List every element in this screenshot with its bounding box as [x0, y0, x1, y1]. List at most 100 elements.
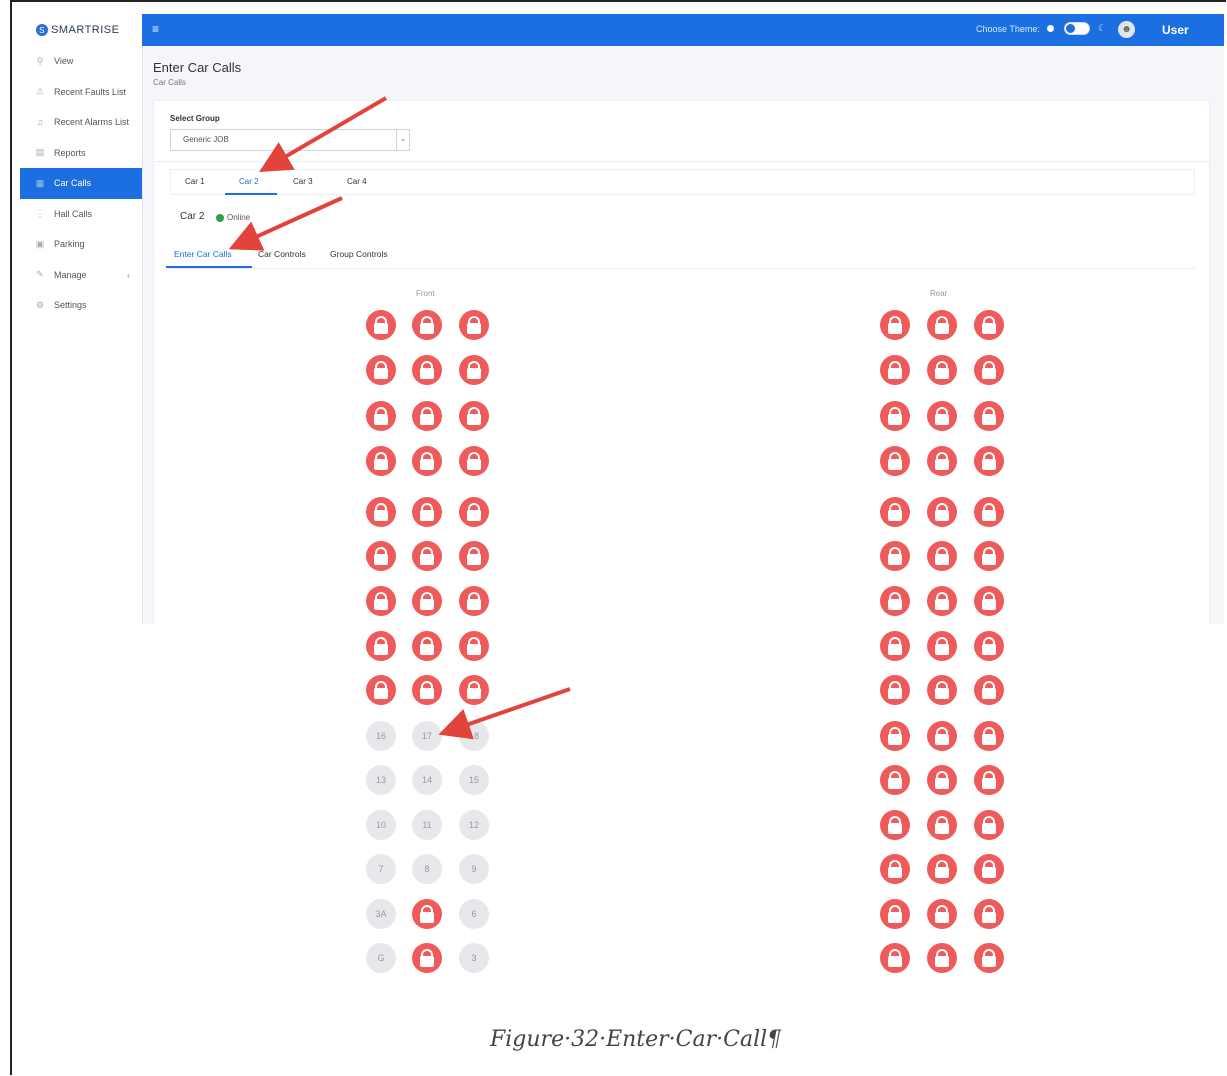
front-floor-button[interactable]: G	[366, 943, 396, 973]
sidebar-item-recent-faults-list[interactable]: ⚠ Recent Faults List	[20, 77, 142, 108]
front-locked-floor-button[interactable]	[459, 675, 489, 705]
sidebar-item-reports[interactable]: ▤ Reports	[20, 138, 142, 169]
rear-locked-floor-button[interactable]	[974, 899, 1004, 929]
front-floor-button[interactable]: 11	[412, 810, 442, 840]
rear-locked-floor-button[interactable]	[927, 401, 957, 431]
front-floor-button[interactable]: 6	[459, 899, 489, 929]
front-locked-floor-button[interactable]	[366, 355, 396, 385]
rear-locked-floor-button[interactable]	[927, 675, 957, 705]
user-avatar-icon[interactable]: ☻	[1118, 21, 1135, 38]
rear-locked-floor-button[interactable]	[927, 721, 957, 751]
front-locked-floor-button[interactable]	[459, 541, 489, 571]
sidebar-item-parking[interactable]: ▣ Parking	[20, 229, 142, 260]
front-locked-floor-button[interactable]	[366, 675, 396, 705]
rear-locked-floor-button[interactable]	[927, 810, 957, 840]
rear-locked-floor-button[interactable]	[974, 355, 1004, 385]
rear-locked-floor-button[interactable]	[927, 943, 957, 973]
rear-locked-floor-button[interactable]	[880, 721, 910, 751]
front-floor-button[interactable]: 15	[459, 765, 489, 795]
sidebar-item-recent-alarms-list[interactable]: ♫ Recent Alarms List	[20, 107, 142, 138]
front-floor-button[interactable]: 12	[459, 810, 489, 840]
front-locked-floor-button[interactable]	[459, 310, 489, 340]
front-locked-floor-button[interactable]	[412, 310, 442, 340]
rear-locked-floor-button[interactable]	[880, 675, 910, 705]
rear-locked-floor-button[interactable]	[880, 355, 910, 385]
front-locked-floor-button[interactable]	[412, 355, 442, 385]
front-locked-floor-button[interactable]	[459, 631, 489, 661]
front-locked-floor-button[interactable]	[366, 586, 396, 616]
front-floor-button[interactable]: 10	[366, 810, 396, 840]
tab-car-2[interactable]: Car 2	[239, 177, 259, 186]
rear-locked-floor-button[interactable]	[927, 765, 957, 795]
tab-car-4[interactable]: Car 4	[347, 177, 367, 186]
front-floor-button[interactable]: 18	[459, 721, 489, 751]
rear-locked-floor-button[interactable]	[974, 675, 1004, 705]
rear-locked-floor-button[interactable]	[974, 721, 1004, 751]
front-locked-floor-button[interactable]	[459, 355, 489, 385]
front-locked-floor-button[interactable]	[366, 631, 396, 661]
sidebar-item-settings[interactable]: ⚙ Settings	[20, 290, 142, 321]
rear-locked-floor-button[interactable]	[880, 943, 910, 973]
rear-locked-floor-button[interactable]	[880, 541, 910, 571]
tab-car-1[interactable]: Car 1	[185, 177, 205, 186]
rear-locked-floor-button[interactable]	[927, 899, 957, 929]
rear-locked-floor-button[interactable]	[927, 497, 957, 527]
rear-locked-floor-button[interactable]	[974, 810, 1004, 840]
front-floor-button[interactable]: 13	[366, 765, 396, 795]
user-menu[interactable]: User	[1162, 23, 1189, 37]
rear-locked-floor-button[interactable]	[927, 631, 957, 661]
sidebar-item-manage[interactable]: ✎ Manage ‹	[20, 260, 142, 291]
rear-locked-floor-button[interactable]	[974, 310, 1004, 340]
rear-locked-floor-button[interactable]	[974, 943, 1004, 973]
brand-logo[interactable]: S SMARTRISE	[20, 14, 142, 46]
front-locked-floor-button[interactable]	[366, 541, 396, 571]
front-floor-button[interactable]: 3A	[366, 899, 396, 929]
rear-locked-floor-button[interactable]	[927, 586, 957, 616]
front-locked-floor-button[interactable]	[366, 497, 396, 527]
front-locked-floor-button[interactable]	[412, 541, 442, 571]
rear-locked-floor-button[interactable]	[880, 899, 910, 929]
front-locked-floor-button[interactable]	[412, 631, 442, 661]
front-locked-floor-button[interactable]	[459, 401, 489, 431]
front-locked-floor-button[interactable]	[412, 899, 442, 929]
front-floor-button[interactable]: 17	[412, 721, 442, 751]
tab-enter-car-calls[interactable]: Enter Car Calls	[174, 249, 232, 259]
front-locked-floor-button[interactable]	[412, 675, 442, 705]
front-locked-floor-button[interactable]	[412, 401, 442, 431]
hamburger-menu-icon[interactable]: ≡	[152, 22, 159, 36]
front-locked-floor-button[interactable]	[412, 446, 442, 476]
front-floor-button[interactable]: 16	[366, 721, 396, 751]
front-locked-floor-button[interactable]	[459, 446, 489, 476]
rear-locked-floor-button[interactable]	[974, 497, 1004, 527]
front-floor-button[interactable]: 8	[412, 854, 442, 884]
rear-locked-floor-button[interactable]	[927, 854, 957, 884]
front-locked-floor-button[interactable]	[366, 401, 396, 431]
front-locked-floor-button[interactable]	[459, 586, 489, 616]
rear-locked-floor-button[interactable]	[880, 497, 910, 527]
rear-locked-floor-button[interactable]	[927, 446, 957, 476]
front-floor-button[interactable]: 3	[459, 943, 489, 973]
rear-locked-floor-button[interactable]	[927, 355, 957, 385]
front-locked-floor-button[interactable]	[366, 310, 396, 340]
rear-locked-floor-button[interactable]	[880, 810, 910, 840]
rear-locked-floor-button[interactable]	[974, 586, 1004, 616]
rear-locked-floor-button[interactable]	[974, 401, 1004, 431]
tab-car-controls[interactable]: Car Controls	[258, 249, 306, 259]
front-locked-floor-button[interactable]	[459, 497, 489, 527]
theme-toggle[interactable]	[1064, 22, 1090, 35]
rear-locked-floor-button[interactable]	[880, 631, 910, 661]
sidebar-item-view[interactable]: ⚲ View	[20, 46, 142, 77]
rear-locked-floor-button[interactable]	[927, 310, 957, 340]
sidebar-item-hall-calls[interactable]: ⋮ Hall Calls	[20, 199, 142, 230]
rear-locked-floor-button[interactable]	[974, 631, 1004, 661]
tab-car-3[interactable]: Car 3	[293, 177, 313, 186]
sidebar-item-car-calls[interactable]: ▦ Car Calls	[20, 168, 142, 199]
front-floor-button[interactable]: 9	[459, 854, 489, 884]
front-floor-button[interactable]: 7	[366, 854, 396, 884]
chevron-down-icon[interactable]: ⌄	[396, 130, 409, 150]
front-locked-floor-button[interactable]	[412, 497, 442, 527]
rear-locked-floor-button[interactable]	[880, 586, 910, 616]
tab-group-controls[interactable]: Group Controls	[330, 249, 388, 259]
rear-locked-floor-button[interactable]	[880, 310, 910, 340]
group-select[interactable]: Generic JOB ⌄	[170, 129, 410, 151]
